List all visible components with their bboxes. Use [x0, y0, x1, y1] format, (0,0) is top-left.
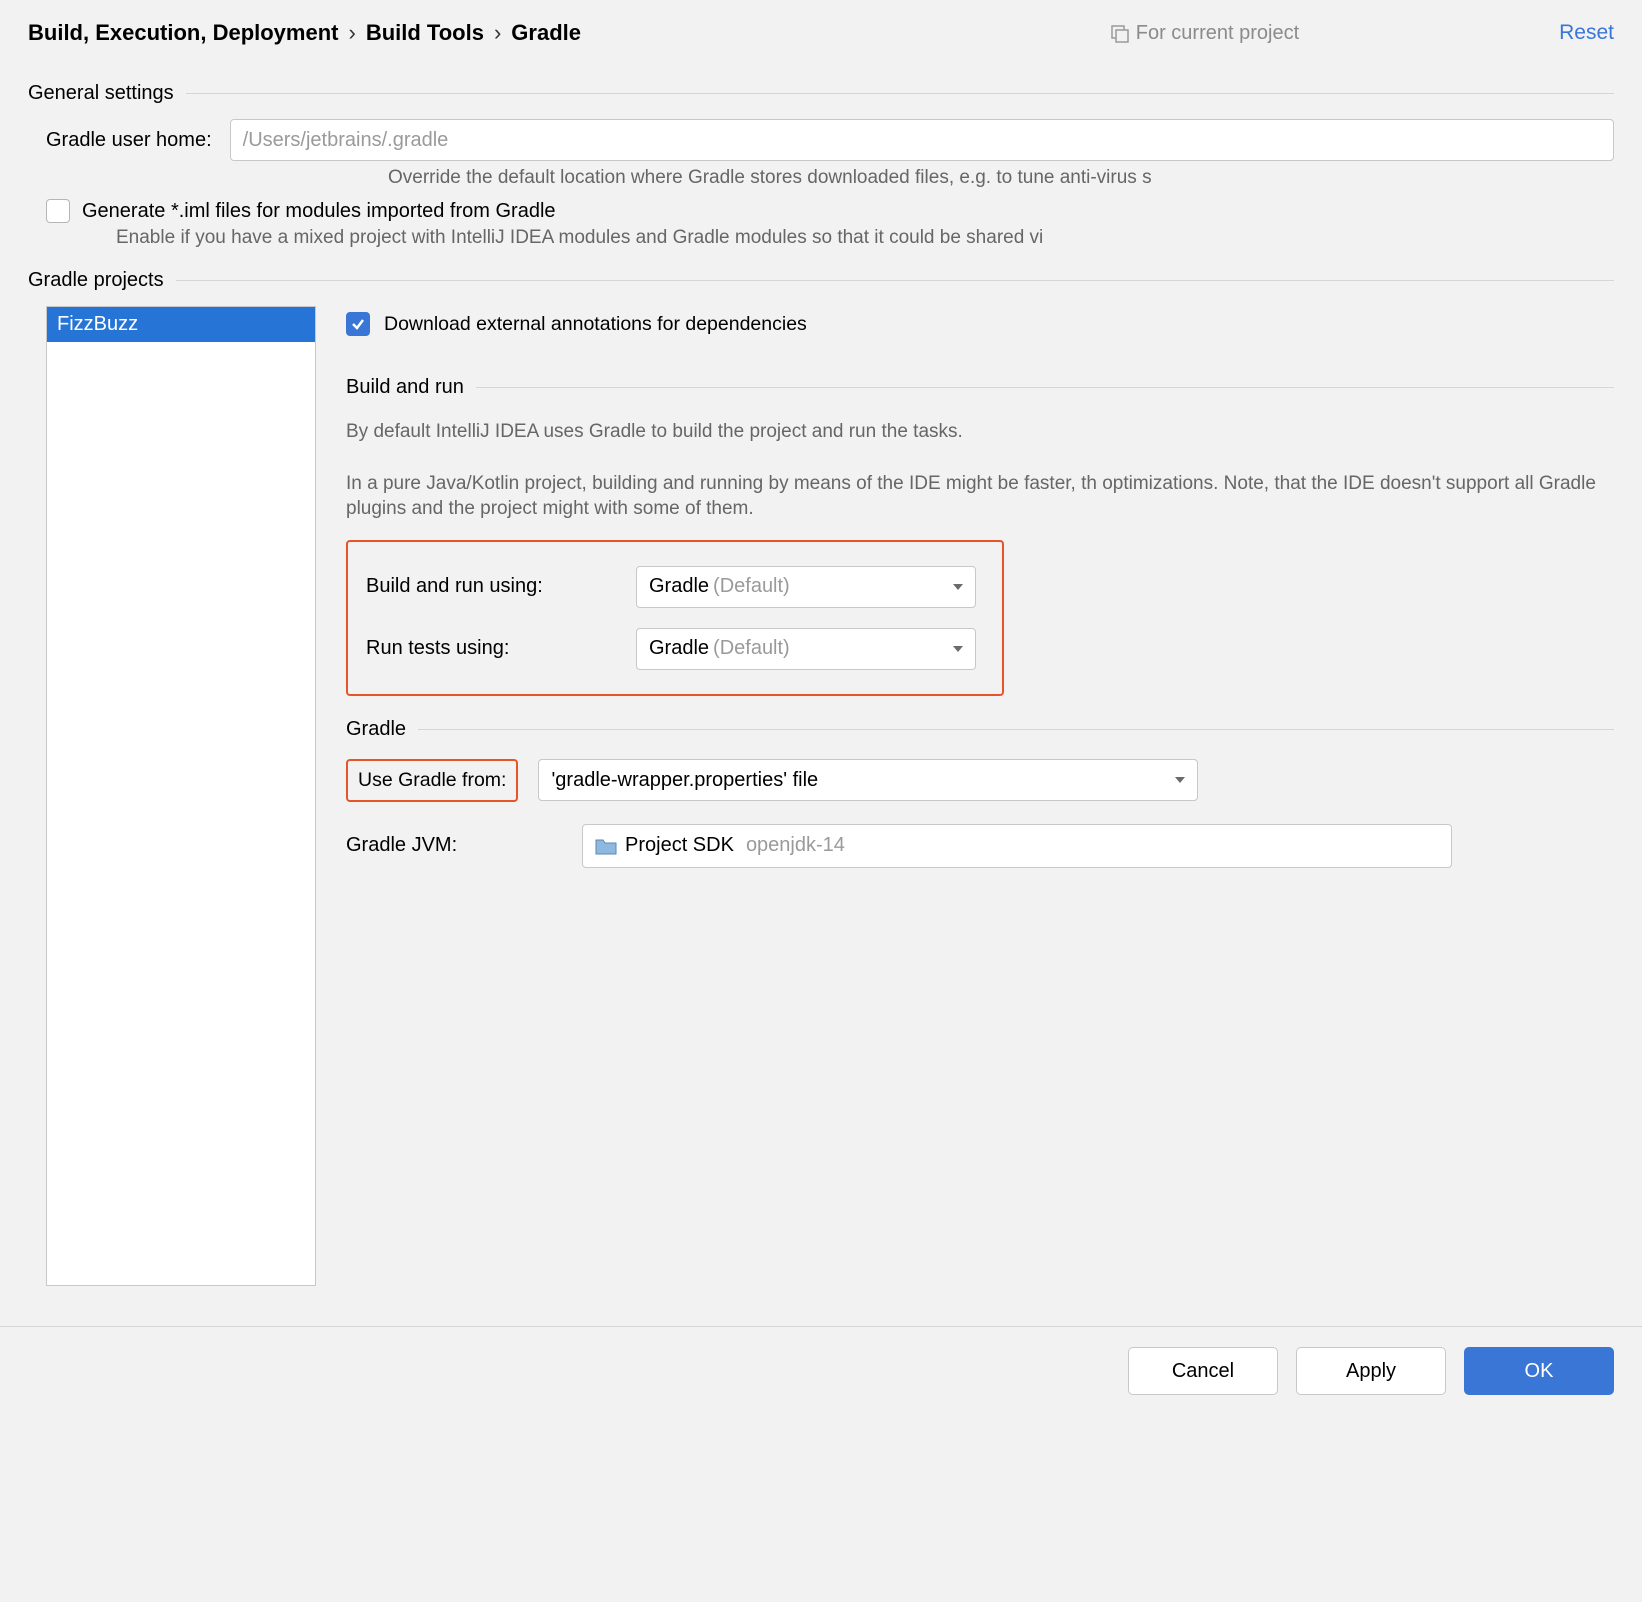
highlighted-use-gradle-from-label: Use Gradle from: [346, 759, 518, 802]
gradle-user-home-label: Gradle user home: [46, 129, 212, 152]
gradle-jvm-label: Gradle JVM: [346, 834, 562, 857]
general-settings-section-header: General settings [28, 82, 1614, 105]
breadcrumb: Build, Execution, Deployment › Build Too… [28, 20, 1110, 46]
gradle-jvm-select[interactable]: Project SDK openjdk-14 [582, 824, 1452, 868]
breadcrumb-level3[interactable]: Gradle [511, 20, 581, 46]
chevron-down-icon [951, 642, 965, 656]
gradle-projects-list[interactable]: FizzBuzz [46, 306, 316, 1286]
divider [476, 387, 1614, 388]
divider [186, 93, 1614, 94]
apply-button[interactable]: Apply [1296, 1347, 1446, 1395]
chevron-down-icon [951, 580, 965, 594]
folder-icon [595, 837, 617, 855]
generate-iml-label: Generate *.iml files for modules importe… [82, 200, 556, 223]
project-list-item[interactable]: FizzBuzz [47, 307, 315, 342]
generate-iml-checkbox[interactable] [46, 199, 70, 223]
generate-iml-hint: Enable if you have a mixed project with … [116, 227, 1614, 249]
gradle-section-title: Gradle [346, 718, 406, 741]
breadcrumb-level1[interactable]: Build, Execution, Deployment [28, 20, 338, 46]
use-gradle-from-select[interactable]: 'gradle-wrapper.properties' file [538, 759, 1198, 801]
build-using-value: Gradle [649, 575, 709, 598]
gradle-section-header: Gradle [346, 718, 1614, 741]
build-using-default: (Default) [713, 575, 790, 598]
build-using-label: Build and run using: [366, 575, 616, 598]
run-tests-select[interactable]: Gradle (Default) [636, 628, 976, 670]
download-annotations-label: Download external annotations for depend… [384, 313, 807, 336]
download-annotations-checkbox[interactable] [346, 312, 370, 336]
gradle-jvm-sdk: openjdk-14 [746, 834, 845, 857]
run-tests-value: Gradle [649, 637, 709, 660]
for-current-project-label: For current project [1110, 22, 1299, 45]
for-project-text: For current project [1136, 22, 1299, 45]
divider [418, 729, 1614, 730]
gradle-user-home-hint: Override the default location where Grad… [388, 167, 1614, 189]
gradle-user-home-input[interactable] [230, 119, 1614, 161]
run-tests-default: (Default) [713, 637, 790, 660]
breadcrumb-sep-icon: › [348, 20, 355, 46]
divider [176, 280, 1614, 281]
build-run-desc1: By default IntelliJ IDEA uses Gradle to … [346, 419, 1614, 445]
gradle-projects-title: Gradle projects [28, 269, 164, 292]
run-tests-label: Run tests using: [366, 637, 616, 660]
build-and-run-section-header: Build and run [346, 376, 1614, 399]
gradle-jvm-value: Project SDK [625, 834, 734, 857]
reset-link[interactable]: Reset [1559, 21, 1614, 45]
chevron-down-icon [1173, 773, 1187, 787]
ok-button[interactable]: OK [1464, 1347, 1614, 1395]
project-scope-icon [1110, 23, 1130, 43]
breadcrumb-level2[interactable]: Build Tools [366, 20, 484, 46]
build-run-desc2: In a pure Java/Kotlin project, building … [346, 471, 1614, 522]
general-settings-title: General settings [28, 82, 174, 105]
breadcrumb-sep-icon: › [494, 20, 501, 46]
build-and-run-title: Build and run [346, 376, 464, 399]
highlighted-build-run-box: Build and run using: Gradle (Default) Ru… [346, 540, 1004, 696]
use-gradle-from-label: Use Gradle from: [358, 769, 506, 792]
use-gradle-from-value: 'gradle-wrapper.properties' file [551, 769, 818, 792]
build-using-select[interactable]: Gradle (Default) [636, 566, 976, 608]
gradle-projects-section-header: Gradle projects [28, 269, 1614, 292]
cancel-button[interactable]: Cancel [1128, 1347, 1278, 1395]
